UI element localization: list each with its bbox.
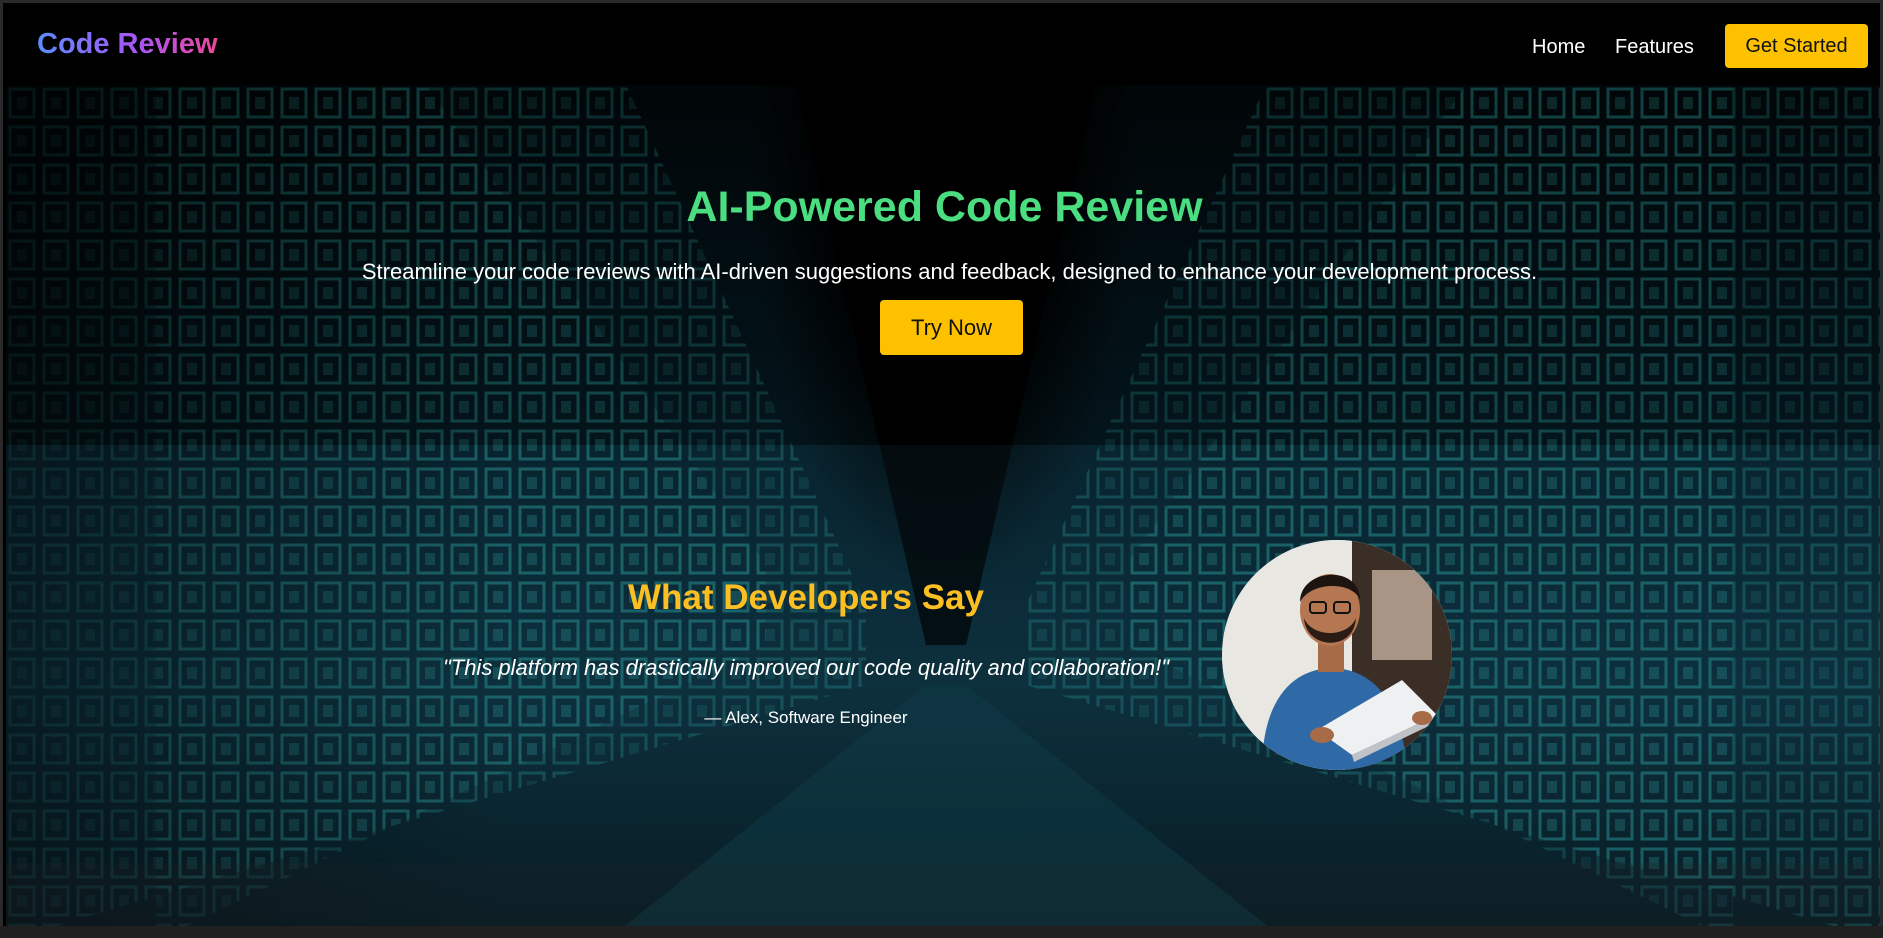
nav-link-home[interactable]: Home <box>1532 36 1585 59</box>
try-now-button[interactable]: Try Now <box>880 300 1023 355</box>
navbar: Code Review Home Features Get Started <box>6 6 1880 85</box>
developer-photo <box>1222 540 1452 770</box>
footer-section <box>6 863 1880 929</box>
testimonial-section <box>6 445 1880 863</box>
developer-avatar <box>1222 540 1452 770</box>
hero-title: AI-Powered Code Review <box>686 183 1203 231</box>
logo[interactable]: Code Review <box>37 28 218 61</box>
browser-viewport: Code Review Home Features Get Started AI… <box>0 0 1883 938</box>
nav-link-features[interactable]: Features <box>1615 36 1694 59</box>
browser-bottom-bar <box>0 926 1883 938</box>
get-started-button[interactable]: Get Started <box>1725 24 1868 68</box>
hero-subtitle: Streamline your code reviews with AI-dri… <box>361 259 1538 284</box>
